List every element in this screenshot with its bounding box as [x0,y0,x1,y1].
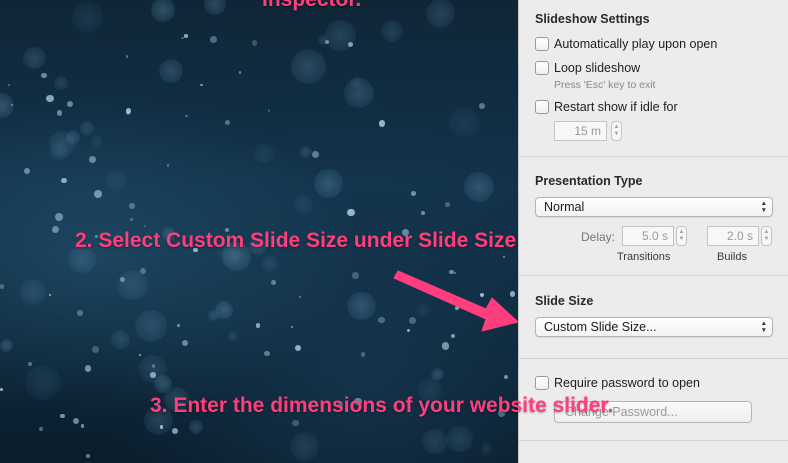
step-3-annotation: 3. Enter the dimensions of your website … [150,394,614,417]
step-2-annotation: 2. Select Custom Slide Size under Slide … [75,229,517,252]
